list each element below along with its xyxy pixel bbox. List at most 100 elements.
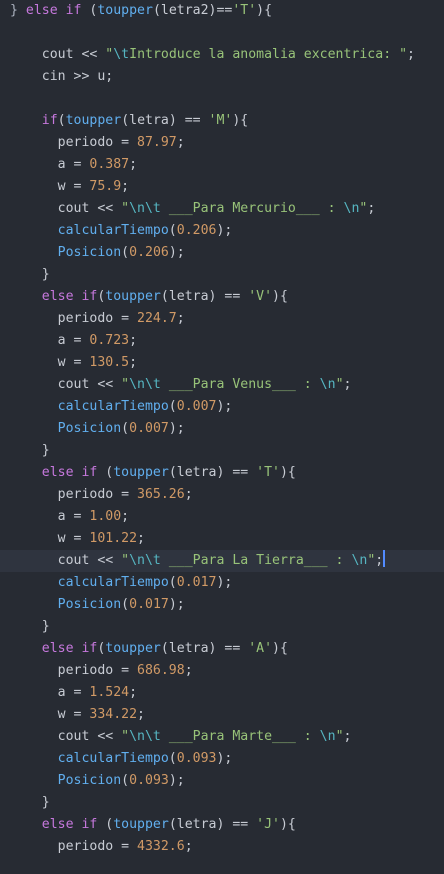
- code-token: (: [168, 399, 177, 414]
- code-token: 101.22: [89, 531, 138, 546]
- code-token: ){: [232, 113, 249, 128]
- text-cursor: [383, 550, 386, 567]
- code-token: ){: [272, 641, 288, 656]
- code-token: Posicion: [57, 245, 122, 260]
- code-token: (letra) ==: [168, 817, 257, 832]
- code-token: (: [81, 3, 98, 18]
- code-line[interactable]: a = 1.524;: [0, 682, 444, 704]
- code-token: ": [335, 377, 344, 392]
- code-token: ;: [343, 377, 352, 392]
- code-token: ;: [407, 47, 415, 62]
- code-token: (letra2)==: [152, 3, 233, 18]
- code-line[interactable]: periodo = 224.7;: [0, 308, 444, 330]
- code-line[interactable]: w = 130.5;: [0, 352, 444, 374]
- code-token: 1.00: [89, 509, 122, 524]
- code-line[interactable]: Posicion(0.017);: [0, 594, 444, 616]
- code-editor[interactable]: } else if (toupper(letra2)=='T'){ cout <…: [0, 0, 444, 874]
- code-line[interactable]: periodo = 87.97;: [0, 132, 444, 154]
- code-line[interactable]: a = 0.387;: [0, 154, 444, 176]
- code-token: calcularTiempo: [57, 399, 169, 414]
- code-line[interactable]: cout << "\n\t ___Para Marte___ : \n";: [0, 726, 444, 748]
- code-line[interactable]: w = 101.22;: [0, 528, 444, 550]
- code-line[interactable]: w = 334.22;: [0, 704, 444, 726]
- code-token: }: [10, 795, 50, 810]
- code-line[interactable]: }: [0, 616, 444, 638]
- code-token: 365.26: [137, 487, 185, 502]
- code-line[interactable]: else if(toupper(letra) == 'V'){: [0, 286, 444, 308]
- code-token: }: [10, 619, 50, 634]
- code-token: 0.007: [176, 399, 217, 414]
- code-token: \n\t: [129, 377, 161, 392]
- code-lines[interactable]: } else if (toupper(letra2)=='T'){ cout <…: [0, 0, 444, 858]
- code-token: \n: [343, 201, 360, 216]
- code-token: (: [97, 465, 114, 480]
- code-token: (: [121, 245, 130, 260]
- code-token: ;: [367, 201, 376, 216]
- code-token: (letra) ==: [168, 465, 257, 480]
- code-token: periodo =: [10, 311, 138, 326]
- code-token: ;: [137, 531, 145, 546]
- code-token: else if: [41, 641, 98, 656]
- code-line[interactable]: cout << "\n\t ___Para Venus___ : \n";: [0, 374, 444, 396]
- code-line[interactable]: periodo = 686.98;: [0, 660, 444, 682]
- code-token: );: [216, 751, 233, 766]
- code-token: 0.206: [129, 245, 169, 260]
- code-token: 0.723: [89, 333, 130, 348]
- code-line[interactable]: calcularTiempo(0.007);: [0, 396, 444, 418]
- code-token: 'A': [248, 641, 273, 656]
- code-line[interactable]: if(toupper(letra) == 'M'){: [0, 110, 444, 132]
- code-line[interactable]: cout << "\tIntroduce la anomalia excentr…: [0, 44, 444, 66]
- code-token: ){: [279, 817, 296, 832]
- code-token: cout <<: [10, 729, 122, 744]
- code-token: (: [121, 773, 130, 788]
- code-token: ;: [343, 729, 352, 744]
- code-line[interactable]: Posicion(0.093);: [0, 770, 444, 792]
- code-line[interactable]: a = 0.723;: [0, 330, 444, 352]
- code-token: ;: [129, 333, 138, 348]
- code-line[interactable]: else if(toupper(letra) == 'A'){: [0, 638, 444, 660]
- code-token: cout <<: [10, 553, 122, 568]
- code-token: ){: [256, 3, 273, 18]
- code-token: ;: [137, 707, 145, 722]
- code-line[interactable]: calcularTiempo(0.093);: [0, 748, 444, 770]
- code-line[interactable]: cin >> u;: [0, 66, 444, 88]
- code-token: cout <<: [10, 47, 106, 62]
- code-token: ;: [375, 553, 384, 568]
- code-line[interactable]: periodo = 365.26;: [0, 484, 444, 506]
- code-token: ": [335, 729, 344, 744]
- code-token: 'T': [232, 3, 257, 18]
- code-token: toupper: [105, 641, 161, 656]
- code-line-active[interactable]: cout << "\n\t ___Para La Tierra___ : \n"…: [0, 550, 444, 572]
- code-token: toupper: [113, 817, 169, 832]
- code-line[interactable]: Posicion(0.206);: [0, 242, 444, 264]
- code-line[interactable]: }: [0, 792, 444, 814]
- code-line[interactable]: [0, 22, 444, 44]
- code-line[interactable]: calcularTiempo(0.017);: [0, 572, 444, 594]
- code-line[interactable]: }: [0, 440, 444, 462]
- code-token: (: [168, 223, 177, 238]
- code-token: 130.5: [89, 355, 130, 370]
- code-token: (: [121, 597, 130, 612]
- code-token: calcularTiempo: [57, 575, 169, 590]
- code-line[interactable]: Posicion(0.007);: [0, 418, 444, 440]
- code-token: 0.093: [129, 773, 169, 788]
- code-line[interactable]: periodo = 4332.6;: [0, 836, 444, 858]
- code-line[interactable]: a = 1.00;: [0, 506, 444, 528]
- code-line[interactable]: }: [0, 264, 444, 286]
- code-token: );: [216, 575, 233, 590]
- code-line[interactable]: cout << "\n\t ___Para Mercurio___ : \n";: [0, 198, 444, 220]
- code-token: );: [168, 421, 185, 436]
- code-token: ;: [176, 311, 185, 326]
- code-line[interactable]: [0, 88, 444, 110]
- code-line[interactable]: } else if (toupper(letra2)=='T'){: [0, 0, 444, 22]
- code-line[interactable]: w = 75.9;: [0, 176, 444, 198]
- code-line[interactable]: else if (toupper(letra) == 'T'){: [0, 462, 444, 484]
- code-line[interactable]: else if (toupper(letra) == 'J'){: [0, 814, 444, 836]
- code-token: (: [121, 421, 130, 436]
- code-line[interactable]: calcularTiempo(0.206);: [0, 220, 444, 242]
